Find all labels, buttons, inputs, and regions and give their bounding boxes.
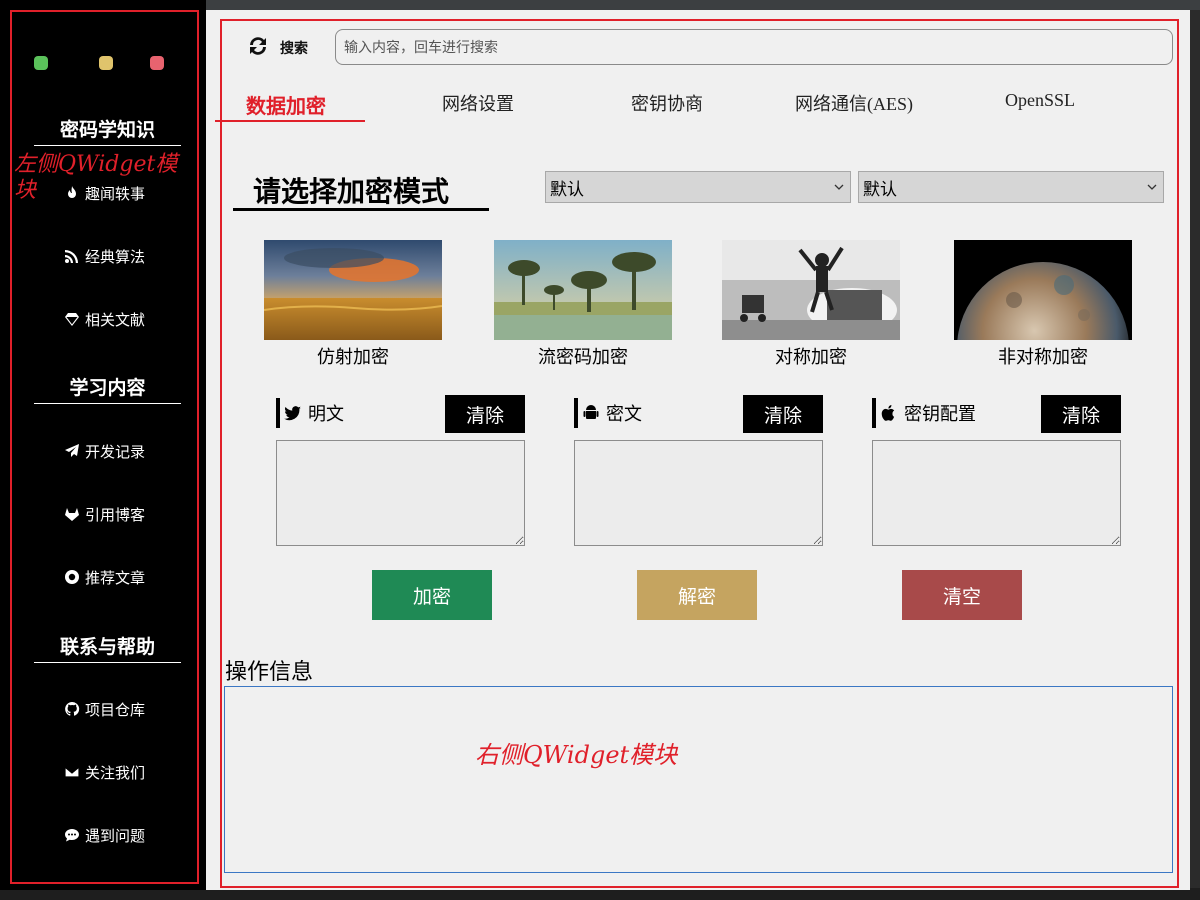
mode-card-affine[interactable]: 仿射加密 bbox=[264, 240, 442, 369]
encrypt-button[interactable]: 加密 bbox=[372, 570, 492, 620]
wheat-field-sunset-image bbox=[264, 240, 442, 340]
mode-card-caption: 对称加密 bbox=[775, 347, 847, 368]
sidebar-item-label: 关注我们 bbox=[85, 763, 146, 782]
sidebar-section-learning: 学习内容 bbox=[34, 373, 181, 404]
rss-icon bbox=[62, 247, 82, 265]
diamond-icon bbox=[62, 310, 82, 328]
refresh-icon[interactable] bbox=[245, 33, 271, 59]
tab-network-settings[interactable]: 网络设置 bbox=[442, 90, 514, 116]
clear-key-config-button[interactable]: 清除 bbox=[1041, 395, 1121, 433]
mode-card-caption: 仿射加密 bbox=[317, 347, 389, 368]
mode-card-caption: 流密码加密 bbox=[538, 347, 628, 368]
field-label-text: 明文 bbox=[308, 404, 344, 425]
sidebar-item-label: 经典算法 bbox=[85, 247, 146, 266]
sidebar-item-recommended-articles[interactable]: 推荐文章 bbox=[62, 566, 145, 588]
sidebar-item-literature[interactable]: 相关文献 bbox=[62, 308, 145, 330]
firefox-icon bbox=[62, 568, 82, 586]
encryption-mode-title: 请选择加密模式 bbox=[253, 175, 450, 208]
mode-card-caption: 非对称加密 bbox=[998, 347, 1088, 368]
comment-icon bbox=[62, 826, 82, 844]
chevron-down-icon bbox=[1147, 184, 1157, 190]
ciphertext-label: 密文 bbox=[574, 398, 642, 428]
astronaut-jump-image bbox=[722, 240, 900, 340]
chevron-down-icon bbox=[834, 184, 844, 190]
operation-info-box[interactable] bbox=[224, 686, 1173, 873]
plaintext-textarea[interactable] bbox=[276, 440, 525, 546]
left-sidebar: 密码学知识 趣闻轶事 经典算法 相关文献 学习内容 开发记录 引用博客 推荐文章… bbox=[0, 0, 206, 890]
field-label-text: 密钥配置 bbox=[904, 404, 976, 425]
mode-select-secondary[interactable]: 默认 bbox=[858, 171, 1164, 203]
sidebar-section-crypto-knowledge: 密码学知识 bbox=[34, 115, 181, 146]
tab-key-agreement[interactable]: 密钥协商 bbox=[631, 90, 703, 116]
mangrove-trees-image bbox=[494, 240, 672, 340]
sidebar-item-label: 相关文献 bbox=[85, 310, 146, 329]
sidebar-item-label: 引用博客 bbox=[85, 505, 146, 524]
sidebar-item-classic-algorithms[interactable]: 经典算法 bbox=[62, 245, 145, 267]
sidebar-section-contact-help: 联系与帮助 bbox=[34, 632, 181, 663]
window-dot-red[interactable] bbox=[150, 56, 164, 70]
android-icon bbox=[583, 405, 599, 419]
key-config-textarea[interactable] bbox=[872, 440, 1121, 546]
mode-title-underline bbox=[233, 208, 489, 211]
envelope-icon bbox=[62, 763, 82, 781]
mode-card-asymmetric[interactable]: 非对称加密 bbox=[954, 240, 1132, 369]
github-icon bbox=[62, 700, 82, 718]
window-dot-green[interactable] bbox=[34, 56, 48, 70]
operation-info-label: 操作信息 bbox=[225, 660, 314, 685]
clear-plaintext-button[interactable]: 清除 bbox=[445, 395, 525, 433]
mode-card-symmetric[interactable]: 对称加密 bbox=[722, 240, 900, 369]
right-widget-annotation: 右侧QWidget模块 bbox=[475, 741, 678, 769]
clear-ciphertext-button[interactable]: 清除 bbox=[743, 395, 823, 433]
gitlab-icon bbox=[62, 505, 82, 523]
field-label-text: 密文 bbox=[606, 404, 642, 425]
tab-network-aes[interactable]: 网络通信(AES) bbox=[795, 90, 913, 116]
select-value: 默认 bbox=[863, 179, 897, 200]
sidebar-item-cited-blogs[interactable]: 引用博客 bbox=[62, 503, 145, 525]
left-widget-annotation: 左侧QWidget模块 bbox=[14, 152, 178, 203]
twitter-icon bbox=[284, 406, 301, 421]
mode-card-stream[interactable]: 流密码加密 bbox=[494, 240, 672, 369]
active-tab-underline bbox=[215, 120, 365, 122]
sidebar-item-follow-us[interactable]: 关注我们 bbox=[62, 761, 145, 783]
sidebar-item-repository[interactable]: 项目仓库 bbox=[62, 698, 145, 720]
sidebar-item-label: 遇到问题 bbox=[85, 826, 146, 845]
key-config-label: 密钥配置 bbox=[872, 398, 976, 428]
sidebar-item-problems[interactable]: 遇到问题 bbox=[62, 824, 145, 846]
select-value: 默认 bbox=[550, 179, 584, 200]
ciphertext-textarea[interactable] bbox=[574, 440, 823, 546]
search-input[interactable] bbox=[335, 29, 1173, 65]
paper-plane-icon bbox=[62, 442, 82, 460]
decrypt-button[interactable]: 解密 bbox=[637, 570, 757, 620]
tab-data-encryption[interactable]: 数据加密 bbox=[246, 90, 326, 119]
sidebar-item-label: 推荐文章 bbox=[85, 568, 146, 587]
tab-openssl[interactable]: OpenSSL bbox=[1005, 90, 1075, 111]
clear-all-button[interactable]: 清空 bbox=[902, 570, 1022, 620]
apple-icon bbox=[881, 405, 895, 421]
sidebar-item-dev-log[interactable]: 开发记录 bbox=[62, 440, 145, 462]
search-label: 搜索 bbox=[280, 41, 308, 57]
window-dot-yellow[interactable] bbox=[99, 56, 113, 70]
plaintext-label: 明文 bbox=[276, 398, 344, 428]
mode-select-primary[interactable]: 默认 bbox=[545, 171, 851, 203]
sidebar-item-label: 项目仓库 bbox=[85, 700, 146, 719]
sidebar-item-label: 开发记录 bbox=[85, 442, 146, 461]
moon-image bbox=[954, 240, 1132, 340]
